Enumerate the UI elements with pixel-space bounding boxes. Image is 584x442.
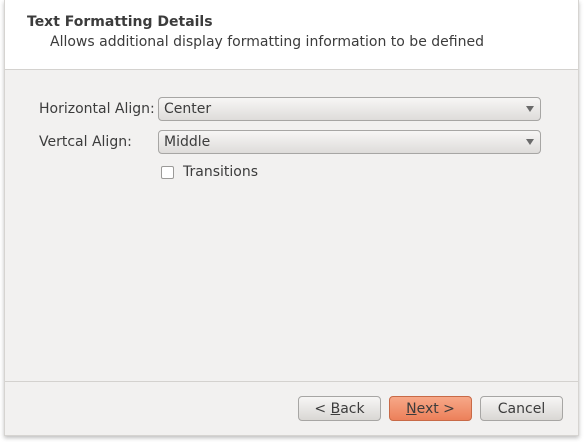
vertical-align-label: Vertcal Align:: [39, 134, 132, 150]
next-button-rest: ext >: [416, 400, 455, 417]
footer-divider: [5, 381, 578, 382]
page-title: Text Formatting Details: [27, 14, 213, 30]
back-button-mnemonic: B: [330, 400, 341, 417]
horizontal-align-combo[interactable]: Center: [158, 97, 541, 121]
cancel-button[interactable]: Cancel: [480, 396, 563, 421]
horizontal-align-label: Horizontal Align:: [39, 101, 155, 117]
next-button-mnemonic: N: [406, 400, 417, 417]
dialog-header: Text Formatting Details Allows additiona…: [5, 0, 578, 70]
horizontal-align-value: Center: [164, 101, 212, 117]
back-button[interactable]: < Back: [298, 396, 381, 421]
transitions-checkbox[interactable]: [161, 166, 174, 179]
back-button-rest: ack: [340, 400, 365, 417]
next-button[interactable]: Next >: [389, 396, 472, 421]
chevron-down-icon: [526, 139, 534, 145]
vertical-align-combo[interactable]: Middle: [158, 130, 541, 154]
cancel-button-label: Cancel: [497, 400, 546, 417]
dialog-window: Text Formatting Details Allows additiona…: [4, 0, 579, 436]
chevron-down-icon: [526, 106, 534, 112]
vertical-align-value: Middle: [164, 134, 211, 150]
back-button-prefix: <: [314, 400, 331, 417]
transitions-label[interactable]: Transitions: [183, 164, 258, 180]
page-subtitle: Allows additional display formatting inf…: [50, 34, 484, 50]
